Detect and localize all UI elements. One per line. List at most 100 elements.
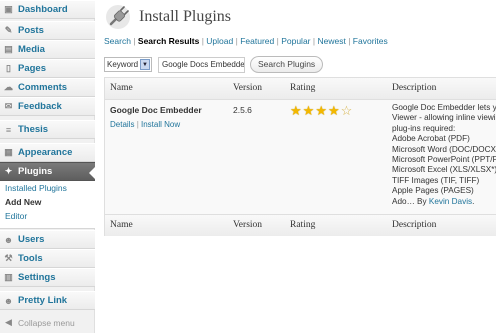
- details-link[interactable]: Details: [110, 120, 134, 129]
- feedback-icon: ✉: [4, 101, 13, 111]
- sidebar-item-label: Comments: [18, 82, 68, 93]
- plugin-install-tabs: Search | Search Results | Upload | Featu…: [104, 36, 388, 46]
- appearance-icon: ▦: [4, 147, 13, 157]
- search-plugins-button[interactable]: Search Plugins: [250, 56, 324, 73]
- collapse-menu-button[interactable]: ◀ Collapse menu: [0, 313, 95, 332]
- column-footer-name: Name: [110, 220, 133, 230]
- sidebar-item-label: Pages: [18, 63, 46, 74]
- plugin-description: Google Doc Embedder lets you Viewer - al…: [392, 103, 496, 207]
- plugin-version: 2.5.6: [233, 105, 252, 115]
- action-separator: |: [136, 120, 139, 129]
- sidebar-item-pretty-link[interactable]: ☻ Pretty Link: [0, 291, 95, 310]
- sidebar-item-media[interactable]: ▤ Media: [0, 40, 95, 59]
- sidebar-item-label: Feedback: [18, 101, 62, 112]
- description-line: Apple Pages (PAGES): [392, 186, 474, 196]
- tab-popular[interactable]: Popular: [281, 36, 310, 46]
- column-footer-version: Version: [233, 220, 263, 230]
- main-content: Install Plugins Search | Search Results …: [96, 0, 496, 333]
- sidebar-item-settings[interactable]: ▥ Settings: [0, 268, 95, 287]
- sidebar-item-thesis[interactable]: ≡ Thesis: [0, 120, 95, 139]
- tab-separator: |: [312, 36, 316, 46]
- pushpin-icon: ✎: [4, 25, 13, 35]
- column-header-name: Name: [110, 83, 133, 93]
- row-actions: Details | Install Now: [110, 120, 202, 129]
- column-header-description: Description: [392, 83, 437, 93]
- sidebar-item-plugins[interactable]: ✦ Plugins: [0, 162, 96, 181]
- admin-sidebar: ▣ Dashboard ✎ Posts ▤ Media ▯ Pages ☁ Co…: [0, 0, 96, 333]
- byline-prefix: Ado… By: [392, 196, 427, 206]
- pretty-link-icon: ☻: [3, 295, 14, 306]
- search-form: Keyword ▼ Google Docs Embedder Search Pl…: [104, 56, 324, 73]
- sidebar-item-label: Users: [18, 234, 45, 245]
- tab-upload[interactable]: Upload: [206, 36, 233, 46]
- sidebar-item-label: Settings: [18, 272, 56, 283]
- description-line: Adobe Acrobat (PDF): [392, 134, 470, 144]
- search-type-value: Keyword: [107, 60, 139, 69]
- star-full-icon: ★: [315, 103, 327, 118]
- collapse-menu-label: Collapse menu: [18, 317, 75, 328]
- submenu-add-new[interactable]: Add New: [0, 195, 95, 209]
- sidebar-item-users[interactable]: ☻ Users: [0, 230, 95, 249]
- users-icon: ☻: [3, 234, 14, 245]
- thesis-icon: ≡: [5, 124, 12, 135]
- submenu-installed-plugins[interactable]: Installed Plugins: [0, 181, 95, 195]
- sidebar-item-label: Appearance: [18, 147, 73, 158]
- column-header-rating: Rating: [290, 83, 316, 93]
- install-now-link[interactable]: Install Now: [141, 120, 180, 129]
- description-line: Microsoft Word (DOC/DOCX*): [392, 144, 496, 154]
- sidebar-item-appearance[interactable]: ▦ Appearance: [0, 143, 95, 162]
- comments-icon: ☁: [4, 82, 13, 92]
- sidebar-item-dashboard[interactable]: ▣ Dashboard: [0, 0, 95, 19]
- column-footer-rating: Rating: [290, 220, 316, 230]
- tab-separator: |: [348, 36, 351, 46]
- rating-stars: ★ ★ ★ ★ ☆: [290, 104, 353, 117]
- sidebar-item-label: Thesis: [18, 124, 49, 135]
- plugin-name-cell: Google Doc Embedder Details | Install No…: [110, 105, 202, 129]
- description-line: Microsoft PowerPoint (PPT/PP: [392, 155, 496, 165]
- page-header: Install Plugins: [105, 4, 231, 30]
- media-icon: ▤: [4, 44, 13, 54]
- tab-search-results[interactable]: Search Results: [138, 36, 199, 46]
- tab-newest[interactable]: Newest: [317, 36, 345, 46]
- tab-separator: |: [201, 36, 204, 46]
- sidebar-item-comments[interactable]: ☁ Comments: [0, 78, 95, 97]
- plugins-table: Name Version Rating Description Google D…: [104, 77, 496, 236]
- tab-featured[interactable]: Featured: [240, 36, 274, 46]
- description-line: Google Doc Embedder lets you: [392, 103, 496, 112]
- table-footer: Name Version Rating Description: [105, 214, 496, 236]
- star-empty-icon: ☆: [340, 103, 353, 118]
- table-header: Name Version Rating Description: [105, 78, 496, 100]
- tab-favorites[interactable]: Favorites: [353, 36, 388, 46]
- sidebar-item-label: Pretty Link: [18, 295, 68, 306]
- tools-icon: ⚒: [4, 253, 13, 263]
- sidebar-item-feedback[interactable]: ✉ Feedback: [0, 97, 95, 116]
- table-row: Google Doc Embedder Details | Install No…: [105, 100, 496, 214]
- sidebar-item-posts[interactable]: ✎ Posts: [0, 21, 95, 40]
- byline-suffix: .: [472, 196, 475, 206]
- sidebar-item-label: Dashboard: [18, 4, 68, 15]
- column-footer-description: Description: [392, 220, 437, 230]
- column-header-version: Version: [233, 83, 263, 93]
- settings-icon: ▥: [4, 272, 13, 282]
- pages-icon: ▯: [6, 63, 11, 73]
- page-title: Install Plugins: [139, 8, 232, 25]
- author-link[interactable]: Kevin Davis: [429, 197, 472, 206]
- search-type-select[interactable]: Keyword ▼: [104, 57, 152, 72]
- submenu-editor[interactable]: Editor: [0, 209, 95, 223]
- dashboard-icon: ▣: [4, 4, 13, 14]
- description-line: TIFF Images (TIF, TIFF): [392, 175, 480, 185]
- sidebar-item-label: Media: [18, 44, 45, 55]
- description-byline: Ado… By Kevin Davis.: [392, 197, 496, 207]
- description-line: Viewer - allowing inline viewin: [392, 113, 496, 123]
- sidebar-item-tools[interactable]: ⚒ Tools: [0, 249, 95, 268]
- sidebar-item-label: Posts: [18, 25, 44, 36]
- search-input[interactable]: Google Docs Embedder: [158, 56, 245, 73]
- sidebar-item-label: Plugins: [18, 166, 53, 177]
- sidebar-item-pages[interactable]: ▯ Pages: [0, 59, 95, 78]
- collapse-icon: ◀: [5, 317, 12, 327]
- star-full-icon: ★: [302, 103, 315, 118]
- star-full-icon: ★: [290, 103, 302, 118]
- tab-search[interactable]: Search: [104, 36, 131, 46]
- tab-separator: |: [133, 36, 136, 46]
- chevron-down-icon[interactable]: ▼: [140, 59, 150, 70]
